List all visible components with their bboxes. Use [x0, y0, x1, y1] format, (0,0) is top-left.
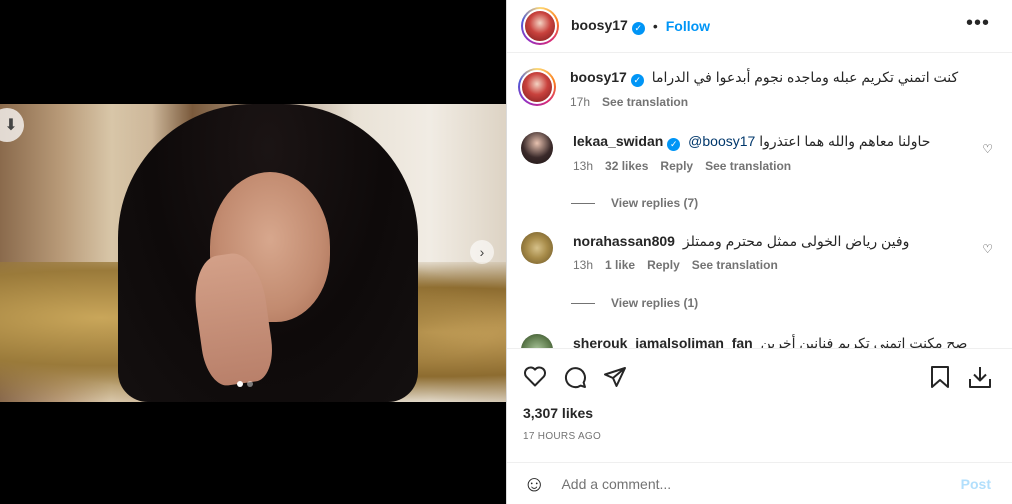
caption-text: كنت اتمني تكريم عبله وماجده نجوم أبدعوا …	[651, 69, 959, 85]
comment-meta: 13h 1 like Reply See translation	[573, 258, 983, 272]
post-panel: boosy17 ✓ • Follow ••• boosy17 ✓ كنت اتمني…	[506, 0, 1012, 504]
see-translation-link[interactable]: See translation	[602, 95, 688, 109]
comment-text: حاولنا معاهم والله هما اعتذروا	[759, 133, 931, 149]
caption-line: boosy17 ✓ كنت اتمني تكريم عبله وماجده نجو…	[570, 68, 980, 87]
view-replies-button[interactable]: View replies (7)	[571, 196, 698, 210]
commenter-avatar[interactable]	[521, 334, 553, 348]
comment-body: norahassan809 وفين رياض الخولى ممثل محتر…	[573, 232, 983, 272]
comment-line: norahassan809 وفين رياض الخولى ممثل محتر…	[573, 232, 983, 250]
post-comment-button[interactable]: Post	[961, 476, 991, 492]
reply-button[interactable]: Reply	[660, 159, 693, 173]
download-arrow-icon: ⬇	[4, 117, 18, 134]
caption-meta: 17h See translation	[570, 95, 980, 109]
chevron-right-icon: ›	[479, 244, 485, 260]
caption-time[interactable]: 17h	[570, 95, 590, 109]
comment-item: lekaa_swidan ✓ @boosy17 حاولنا معاهم والل…	[521, 132, 983, 173]
post-photo[interactable]	[0, 104, 506, 402]
comment-body: sherouk_jamalsoliman_fan صح مكنت اتمني ت…	[573, 334, 983, 348]
caption-item: boosy17 ✓ كنت اتمني تكريم عبله وماجده نجو…	[518, 68, 980, 109]
comment-mention[interactable]: @boosy17	[688, 133, 755, 149]
follow-button[interactable]: Follow	[666, 18, 710, 34]
comment-meta: 13h 32 likes Reply See translation	[573, 159, 983, 173]
see-translation-link[interactable]: See translation	[705, 159, 791, 173]
comment-likes[interactable]: 32 likes	[605, 159, 648, 173]
author-username[interactable]: boosy17 ✓	[571, 17, 645, 35]
view-replies-label[interactable]: View replies (7)	[611, 196, 698, 210]
bookmark-icon[interactable]	[929, 365, 951, 395]
comment-line: lekaa_swidan ✓ @boosy17 حاولنا معاهم والل…	[573, 132, 983, 151]
caption-body: boosy17 ✓ كنت اتمني تكريم عبله وماجده نجو…	[570, 68, 980, 109]
share-send-icon[interactable]	[603, 365, 627, 395]
comment-text: وفين رياض الخولى ممثل محترم وممتلز	[682, 233, 910, 249]
verified-badge-icon: ✓	[630, 74, 644, 87]
comment-body: lekaa_swidan ✓ @boosy17 حاولنا معاهم والل…	[573, 132, 983, 173]
view-replies-button[interactable]: View replies (1)	[571, 296, 698, 310]
more-options-icon[interactable]: •••	[966, 12, 990, 35]
caption-avatar-image	[520, 70, 554, 104]
commenter-username-text[interactable]: lekaa_swidan	[573, 133, 663, 149]
comments-list[interactable]: boosy17 ✓ كنت اتمني تكريم عبله وماجده نجو…	[507, 54, 1012, 348]
commenter-username[interactable]: sherouk_jamalsoliman_fan	[573, 335, 753, 348]
author-username-text[interactable]: boosy17	[571, 17, 628, 33]
caption-username[interactable]: boosy17 ✓	[570, 69, 644, 87]
reply-button[interactable]: Reply	[647, 258, 680, 272]
commenter-avatar[interactable]	[521, 132, 553, 164]
comment-line: sherouk_jamalsoliman_fan صح مكنت اتمني ت…	[573, 334, 983, 348]
carousel-dots	[237, 381, 253, 387]
comment-like-heart-icon[interactable]: ♡	[982, 242, 993, 256]
comment-item: sherouk_jamalsoliman_fan صح مكنت اتمني ت…	[521, 334, 983, 348]
comment-bubble-icon[interactable]	[563, 365, 587, 395]
media-area: ⬇ ›	[0, 0, 506, 504]
comment-likes[interactable]: 1 like	[605, 258, 635, 272]
post-header: boosy17 ✓ • Follow •••	[507, 0, 1012, 53]
see-translation-link[interactable]: See translation	[692, 258, 778, 272]
action-bar	[507, 348, 1012, 404]
verified-badge-icon: ✓	[631, 22, 645, 35]
comment-text: صح مكنت اتمني تكريم فنانين أخرين	[760, 335, 968, 348]
comment-like-heart-icon[interactable]: ♡	[982, 142, 993, 156]
caption-username-text[interactable]: boosy17	[570, 69, 627, 85]
instagram-post-view: ⬇ › boosy17 ✓ • Follow ••• boosy17 ✓ كنت ا…	[0, 0, 1012, 504]
comment-time[interactable]: 13h	[573, 258, 593, 272]
post-timestamp[interactable]: 17 HOURS AGO	[523, 431, 601, 442]
verified-badge-icon: ✓	[667, 138, 681, 151]
comment-time[interactable]: 13h	[573, 159, 593, 173]
commenter-username[interactable]: norahassan809	[573, 233, 675, 249]
header-separator: •	[652, 18, 658, 34]
next-slide-button[interactable]: ›	[470, 240, 494, 264]
carousel-dot-active	[237, 381, 243, 387]
carousel-dot	[247, 381, 253, 387]
caption-avatar[interactable]	[518, 68, 556, 106]
add-comment-bar: ☺ Post	[507, 462, 1012, 504]
author-avatar-image	[523, 9, 557, 43]
comment-item: norahassan809 وفين رياض الخولى ممثل محتر…	[521, 232, 983, 272]
commenter-avatar[interactable]	[521, 232, 553, 264]
download-icon[interactable]	[967, 365, 993, 395]
commenter-username[interactable]: lekaa_swidan ✓	[573, 133, 681, 151]
like-heart-icon[interactable]	[523, 365, 547, 393]
replies-divider	[571, 302, 595, 304]
replies-divider	[571, 202, 595, 204]
likes-count[interactable]: 3,307 likes	[523, 405, 593, 421]
view-replies-label[interactable]: View replies (1)	[611, 296, 698, 310]
comment-input[interactable]	[561, 475, 942, 492]
emoji-icon[interactable]: ☺	[523, 471, 545, 497]
author-avatar[interactable]	[521, 7, 559, 45]
